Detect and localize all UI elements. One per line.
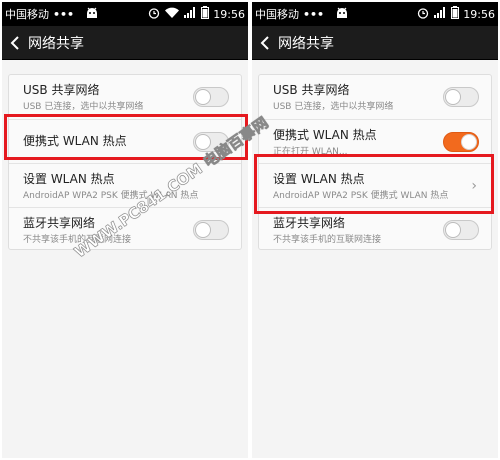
- status-bar: 中国移动 ••• 19:56: [2, 2, 248, 26]
- usb-tethering-toggle[interactable]: [193, 87, 229, 107]
- back-icon[interactable]: [252, 35, 278, 51]
- clock: 19:56: [463, 7, 495, 21]
- battery-icon: [451, 6, 460, 22]
- row-label: 便携式 WLAN 热点: [273, 128, 377, 142]
- page-title: 网络共享: [28, 35, 84, 52]
- title-bar: 网络共享: [2, 26, 248, 60]
- row-label: USB 共享网络: [23, 83, 100, 97]
- alarm-icon: [148, 7, 160, 22]
- row-summary: 不共享该手机的互联网连接: [273, 235, 382, 245]
- highlight-box: [254, 154, 494, 214]
- portable-hotspot-toggle[interactable]: [443, 132, 479, 152]
- row-summary: USB 已连接，选中以共享网络: [23, 102, 144, 112]
- usb-tethering-toggle[interactable]: [443, 87, 479, 107]
- more-dots: •••: [303, 7, 325, 21]
- row-usb-tethering[interactable]: USB 共享网络 USB 已连接，选中以共享网络: [259, 75, 491, 119]
- row-label: USB 共享网络: [273, 83, 350, 97]
- bluetooth-tethering-toggle[interactable]: [443, 220, 479, 240]
- alarm-icon: [417, 7, 429, 22]
- row-label: 蓝牙共享网络: [273, 216, 346, 230]
- row-usb-tethering[interactable]: USB 共享网络 USB 已连接，选中以共享网络: [9, 75, 241, 119]
- page-title: 网络共享: [278, 35, 334, 52]
- carrier-label: 中国移动: [255, 8, 299, 21]
- battery-icon: [201, 6, 210, 22]
- more-dots: •••: [53, 7, 75, 21]
- right-phone-screen: 中国移动 ••• 19:56 网络共享 USB 共享网络 USB 已连接，选中以…: [252, 2, 498, 458]
- signal-icon: [184, 7, 196, 21]
- row-label: 设置 WLAN 热点: [23, 172, 115, 186]
- wifi-icon: [165, 7, 180, 21]
- row-label: 蓝牙共享网络: [23, 216, 96, 230]
- android-icon: [85, 7, 99, 22]
- title-bar: 网络共享: [252, 26, 498, 60]
- back-icon[interactable]: [2, 35, 28, 51]
- status-bar: 中国移动 ••• 19:56: [252, 2, 498, 26]
- android-icon: [335, 7, 349, 22]
- bluetooth-tethering-toggle[interactable]: [193, 220, 229, 240]
- carrier-label: 中国移动: [5, 8, 49, 21]
- signal-icon: [434, 7, 446, 21]
- clock: 19:56: [213, 7, 245, 21]
- row-summary: USB 已连接，选中以共享网络: [273, 102, 394, 112]
